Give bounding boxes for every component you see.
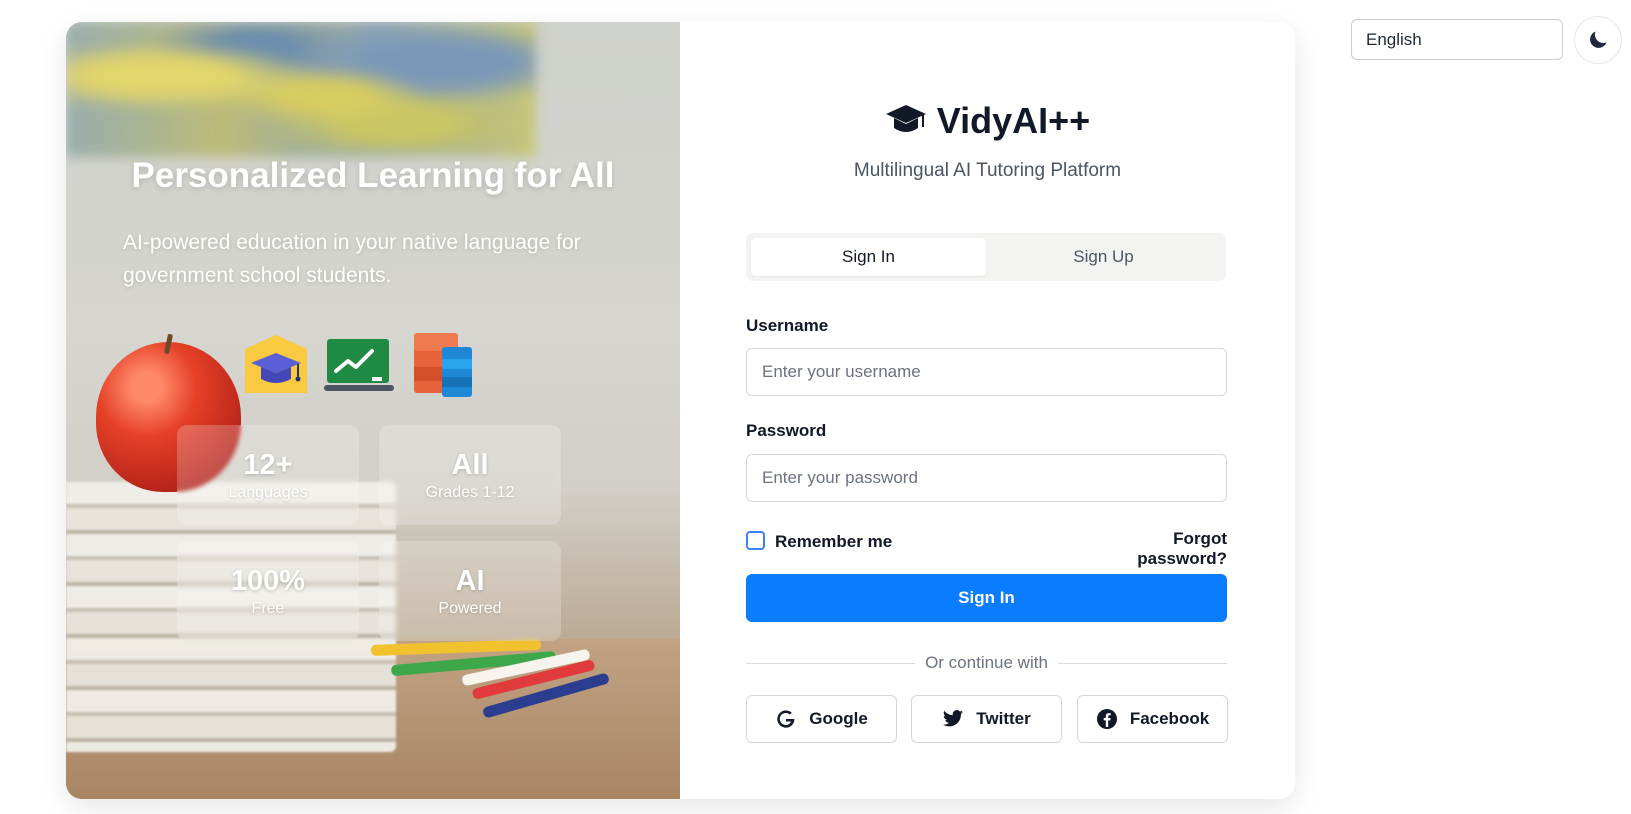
google-icon — [777, 710, 795, 728]
stat-value: All — [451, 449, 489, 481]
hero-panel: Personalized Learning for All AI-powered… — [66, 22, 680, 799]
chart-board-icon — [324, 330, 394, 400]
facebook-icon — [1096, 709, 1117, 729]
language-select[interactable]: English — [1351, 19, 1563, 60]
twitter-button[interactable]: Twitter — [911, 695, 1062, 743]
auth-tabs: Sign In Sign Up — [746, 233, 1226, 281]
tab-sign-in[interactable]: Sign In — [751, 238, 986, 276]
brand: VidyAI++ — [680, 100, 1295, 142]
brand-name: VidyAI++ — [936, 100, 1091, 141]
stat-card-grades: All Grades 1-12 — [379, 425, 561, 525]
twitter-icon — [943, 710, 964, 727]
graduation-cap-school-icon — [241, 330, 311, 400]
forgot-password-link[interactable]: Forgot password? — [1092, 529, 1227, 569]
remember-checkbox[interactable] — [746, 530, 765, 550]
hero-title: Personalized Learning for All — [131, 156, 615, 195]
hero-subtitle: AI-powered education in your native lang… — [123, 231, 581, 287]
tab-sign-up[interactable]: Sign Up — [986, 238, 1221, 276]
background-painting — [66, 22, 536, 157]
form-panel: VidyAI++ Multilingual AI Tutoring Platfo… — [680, 22, 1295, 799]
moon-icon — [1590, 31, 1607, 48]
google-label: Google — [809, 709, 868, 728]
stat-label: Languages — [228, 484, 308, 501]
stat-card-languages: 12+ Languages — [177, 425, 359, 525]
social-divider: Or continue with — [746, 651, 1227, 675]
username-placeholder: Enter your username — [762, 362, 921, 381]
twitter-label: Twitter — [976, 709, 1031, 728]
password-label: Password — [746, 421, 827, 440]
stat-value: AI — [455, 565, 485, 597]
stat-value: 100% — [230, 565, 306, 597]
auth-card: Personalized Learning for All AI-powered… — [66, 22, 1295, 799]
remember-label: Remember me — [775, 532, 893, 551]
stat-card-free: 100% Free — [177, 541, 359, 641]
graduation-cap-icon — [885, 105, 926, 132]
username-label: Username — [746, 316, 829, 335]
divider-text: Or continue with — [925, 653, 1048, 672]
divider-line — [1057, 662, 1227, 664]
stat-label: Grades 1-12 — [425, 484, 515, 501]
password-placeholder: Enter your password — [762, 468, 918, 487]
language-select-value: English — [1366, 29, 1422, 49]
stat-label: Powered — [438, 600, 502, 617]
stat-card-ai: AI Powered — [379, 541, 561, 641]
username-input[interactable]: Enter your username — [746, 348, 1227, 396]
remember-me[interactable]: Remember me — [746, 528, 892, 552]
stat-value: 12+ — [243, 449, 293, 481]
devices-icon — [406, 330, 476, 400]
stat-label: Free — [251, 600, 285, 617]
facebook-label: Facebook — [1129, 709, 1210, 728]
brand-tagline: Multilingual AI Tutoring Platform — [853, 160, 1122, 181]
google-button[interactable]: Google — [746, 695, 897, 743]
password-input[interactable]: Enter your password — [746, 454, 1227, 502]
sign-in-button[interactable]: Sign In — [746, 574, 1227, 622]
divider-line — [746, 662, 916, 664]
facebook-button[interactable]: Facebook — [1077, 695, 1228, 743]
theme-toggle-button[interactable] — [1574, 16, 1622, 64]
